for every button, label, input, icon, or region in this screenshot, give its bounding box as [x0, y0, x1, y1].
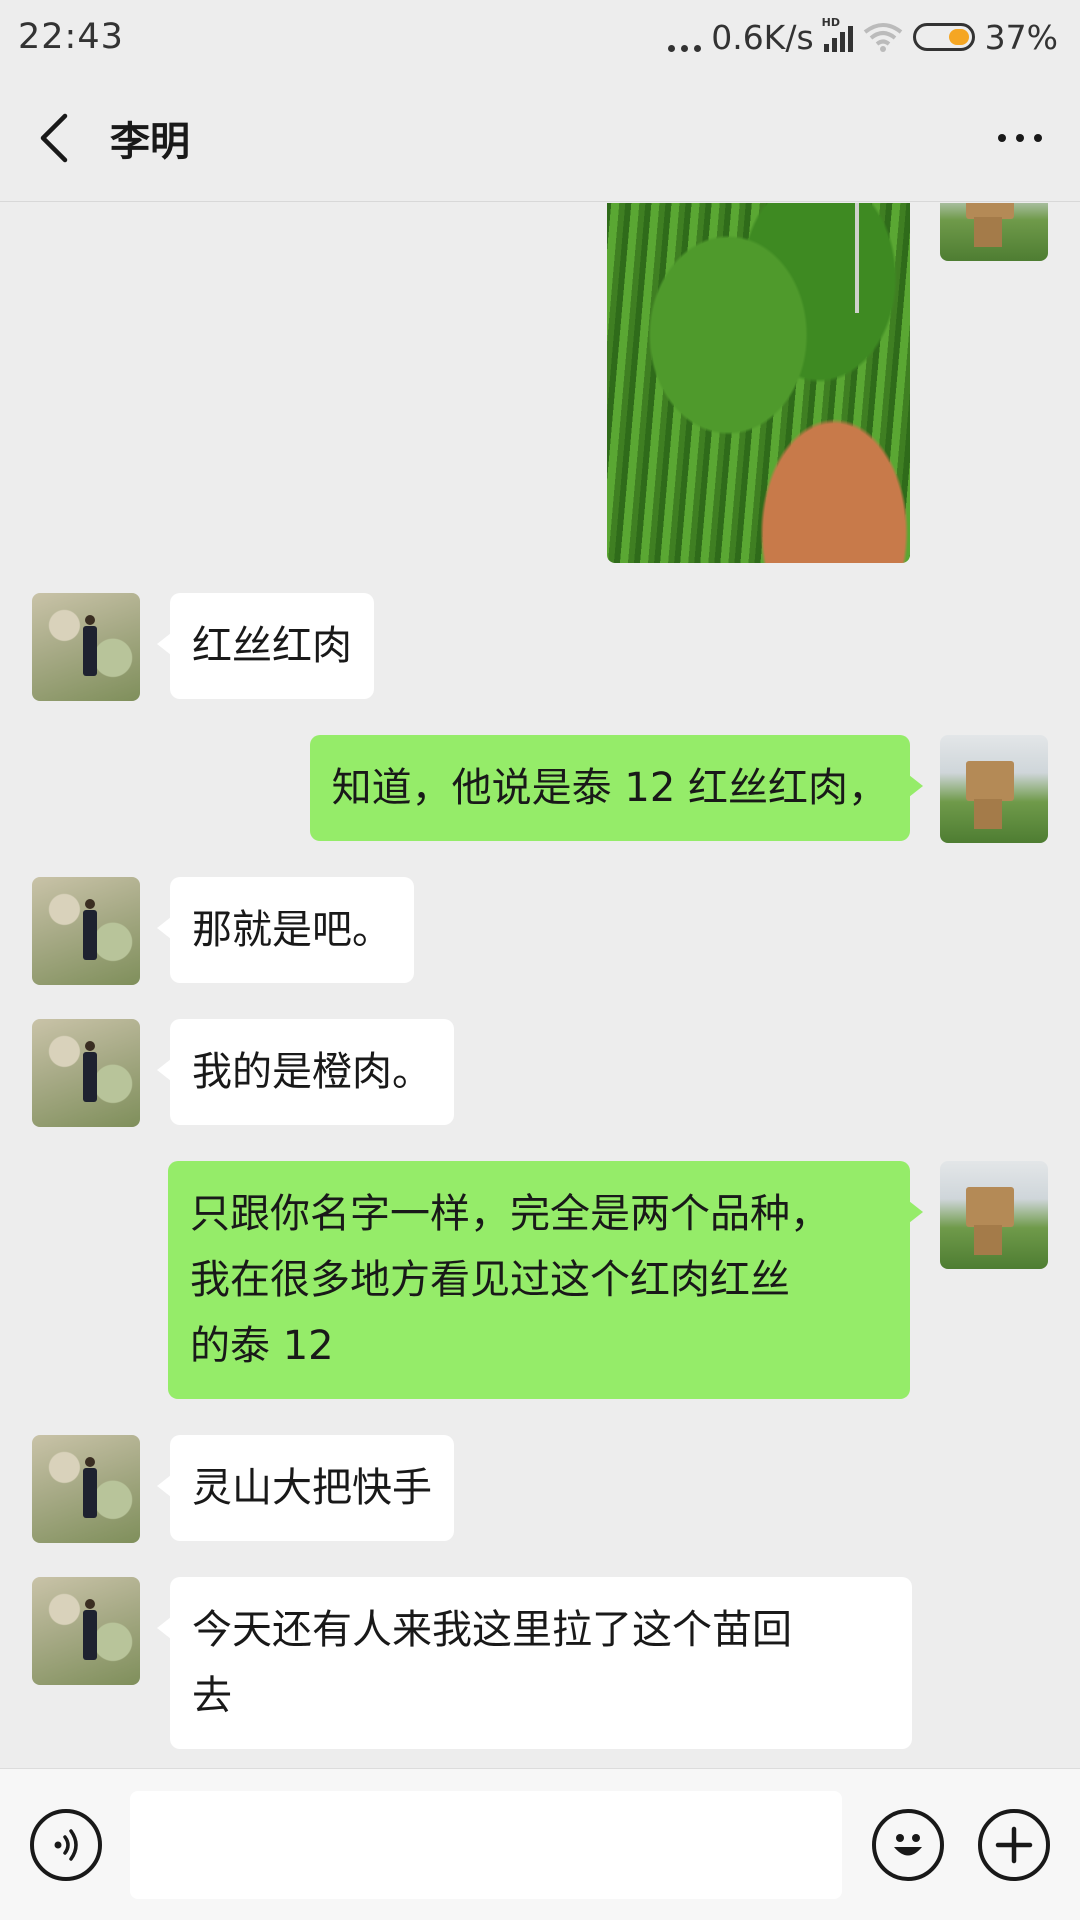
battery-icon: [912, 23, 975, 51]
my-avatar[interactable]: [940, 1161, 1048, 1269]
friend-message-bubble[interactable]: 今天还有人来我这里拉了这个苗回 去: [157, 1577, 912, 1749]
status-bar: 22:43 0.6K/s HD 37%: [0, 0, 1080, 74]
friend-message-bubble[interactable]: 那就是吧。: [157, 877, 414, 983]
image-message[interactable]: [607, 203, 910, 563]
voice-icon: [54, 1829, 78, 1861]
friend-message-bubble[interactable]: 红丝红肉: [157, 593, 374, 699]
network-activity-icon: [668, 22, 702, 52]
message-input[interactable]: [130, 1791, 842, 1899]
plus-icon: [995, 1826, 1033, 1864]
status-time: 22:43: [18, 17, 124, 57]
input-bar: [0, 1768, 1080, 1920]
friend-avatar[interactable]: [32, 1577, 140, 1685]
more-dots-icon: [998, 133, 1006, 142]
chevron-left-icon: [40, 113, 68, 162]
back-button[interactable]: [4, 74, 104, 202]
cellular-signal-icon: HD: [822, 16, 853, 52]
my-message-bubble[interactable]: 知道，他说是泰 12 红丝红肉，: [309, 735, 924, 841]
hd-badge: HD: [821, 16, 840, 29]
voice-button[interactable]: [30, 1809, 102, 1881]
wifi-icon: [863, 23, 902, 52]
my-message-bubble[interactable]: 只跟你名字一样，完全是两个品种， 我在很多地方看见过这个红肉红丝 的泰 12: [168, 1161, 923, 1399]
my-avatar[interactable]: [940, 735, 1048, 843]
network-speed: 0.6K/s: [711, 17, 814, 57]
contact-name: 李明: [110, 118, 190, 165]
my-avatar[interactable]: [940, 203, 1048, 261]
friend-avatar[interactable]: [32, 1019, 140, 1127]
friend-avatar[interactable]: [32, 1435, 140, 1543]
battery-percent: 37%: [984, 17, 1058, 57]
status-indicators: 0.6K/s HD 37%: [668, 16, 1058, 57]
message-list[interactable]: 红丝红肉 知道，他说是泰 12 红丝红肉， 那就是吧。 我的是橙肉。 只跟你名字…: [0, 203, 1080, 1768]
friend-avatar[interactable]: [32, 877, 140, 985]
more-button[interactable]: [960, 74, 1080, 202]
friend-message-bubble[interactable]: 我的是橙肉。: [157, 1019, 454, 1125]
friend-message-bubble[interactable]: 灵山大把快手: [157, 1435, 454, 1541]
emoji-icon: [894, 1834, 922, 1856]
emoji-button[interactable]: [872, 1809, 944, 1881]
chat-header: 李明: [0, 74, 1080, 202]
friend-avatar[interactable]: [32, 593, 140, 701]
more-functions-button[interactable]: [978, 1809, 1050, 1881]
